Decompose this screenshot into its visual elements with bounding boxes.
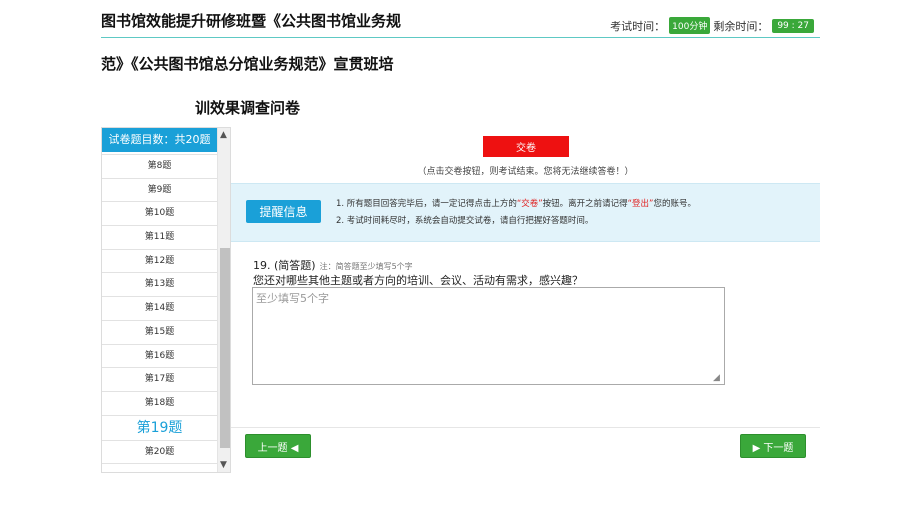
- exam-time-label: 考试时间：: [610, 19, 666, 33]
- exam-time-badge: 100分钟: [669, 17, 711, 34]
- remaining-time-badge: 99 : 27: [772, 18, 814, 33]
- question-panel: 交卷 （点击交卷按钮，则考试结束。您将无法继续答卷！） 提醒信息 1. 所有题目…: [231, 127, 820, 473]
- notice-button[interactable]: 提醒信息: [246, 200, 321, 223]
- next-question-button[interactable]: ▶ 下一题: [740, 434, 806, 458]
- sidebar-scrollbar[interactable]: ▲ ▼: [217, 128, 230, 472]
- sidebar-question-item[interactable]: 第18题: [102, 392, 217, 416]
- sidebar-question-item[interactable]: 第8题: [102, 155, 217, 179]
- sidebar-question-item[interactable]: 第10题: [102, 202, 217, 227]
- question-note: 注：简答题至少填写5个字: [319, 262, 413, 271]
- notice-text: 1. 所有题目回答完毕后，请一定记得点击上方的“交卷”按钮。离开之前请记得“登出…: [336, 196, 696, 230]
- exam-time-info: 考试时间： 100分钟 剩余时间： 99 : 27: [610, 17, 814, 34]
- sidebar-question-item[interactable]: 第12题: [102, 250, 217, 274]
- sidebar-question-item[interactable]: 第16题: [102, 345, 217, 369]
- question-number: 19. (简答题): [253, 259, 316, 272]
- question-text: 您还对哪些其他主题或者方向的培训、会议、活动有需求，感兴趣？: [253, 274, 583, 287]
- sidebar-question-item[interactable]: 第15题: [102, 321, 217, 345]
- sidebar-question-item[interactable]: 第14题: [102, 297, 217, 321]
- page-title-line3: 训效果调查问卷: [195, 99, 301, 117]
- sidebar-question-item[interactable]: 第17题: [102, 368, 217, 392]
- previous-question-button[interactable]: 上一题 ◀: [245, 434, 311, 458]
- notice-box: 提醒信息 1. 所有题目回答完毕后，请一定记得点击上方的“交卷”按钮。离开之前请…: [231, 183, 820, 242]
- sidebar-question-item[interactable]: 第20题: [102, 441, 217, 465]
- question-title: 19. (简答题) 注：简答题至少填写5个字: [253, 257, 413, 273]
- page-header: 图书馆效能提升研修班暨《公共图书馆业务规 考试时间： 100分钟 剩余时间： 9…: [101, 0, 820, 38]
- notice-line-2: 2. 考试时间耗尽时，系统会自动提交试卷，请自行把握好答题时间。: [336, 216, 594, 226]
- submit-exam-button[interactable]: 交卷: [483, 136, 569, 157]
- sidebar-question-item[interactable]: 第13题: [102, 273, 217, 298]
- question-sidebar: 第7题第8题第9题第10题第11题第12题第13题第14题第15题第16题第17…: [101, 127, 231, 473]
- submit-hint: （点击交卷按钮，则考试结束。您将无法继续答卷！）: [417, 167, 634, 177]
- page-title-line2: 范》《公共图书馆总分馆业务规范》宣贯班培: [101, 55, 394, 73]
- question-list: 第7题第8题第9题第10题第11题第12题第13题第14题第15题第16题第17…: [102, 152, 217, 465]
- page-title-line1: 图书馆效能提升研修班暨《公共图书馆业务规: [101, 12, 402, 30]
- remaining-time-label: 剩余时间：: [713, 19, 769, 33]
- question-count-header: 试卷题目数：共20题: [102, 128, 217, 152]
- notice-line-1: 1. 所有题目回答完毕后，请一定记得点击上方的“交卷”按钮。离开之前请记得“登出…: [336, 199, 696, 209]
- sidebar-question-item[interactable]: 第19题: [102, 416, 217, 441]
- sidebar-question-item[interactable]: 第9题: [102, 179, 217, 203]
- answer-textarea[interactable]: [252, 287, 725, 385]
- resize-grip-icon[interactable]: ◢: [713, 373, 720, 383]
- scroll-down-arrow-icon[interactable]: ▼: [220, 460, 227, 470]
- nav-divider: [231, 427, 820, 428]
- scroll-up-arrow-icon[interactable]: ▲: [220, 130, 227, 140]
- sidebar-question-item[interactable]: 第11题: [102, 226, 217, 250]
- scroll-thumb[interactable]: [220, 248, 230, 448]
